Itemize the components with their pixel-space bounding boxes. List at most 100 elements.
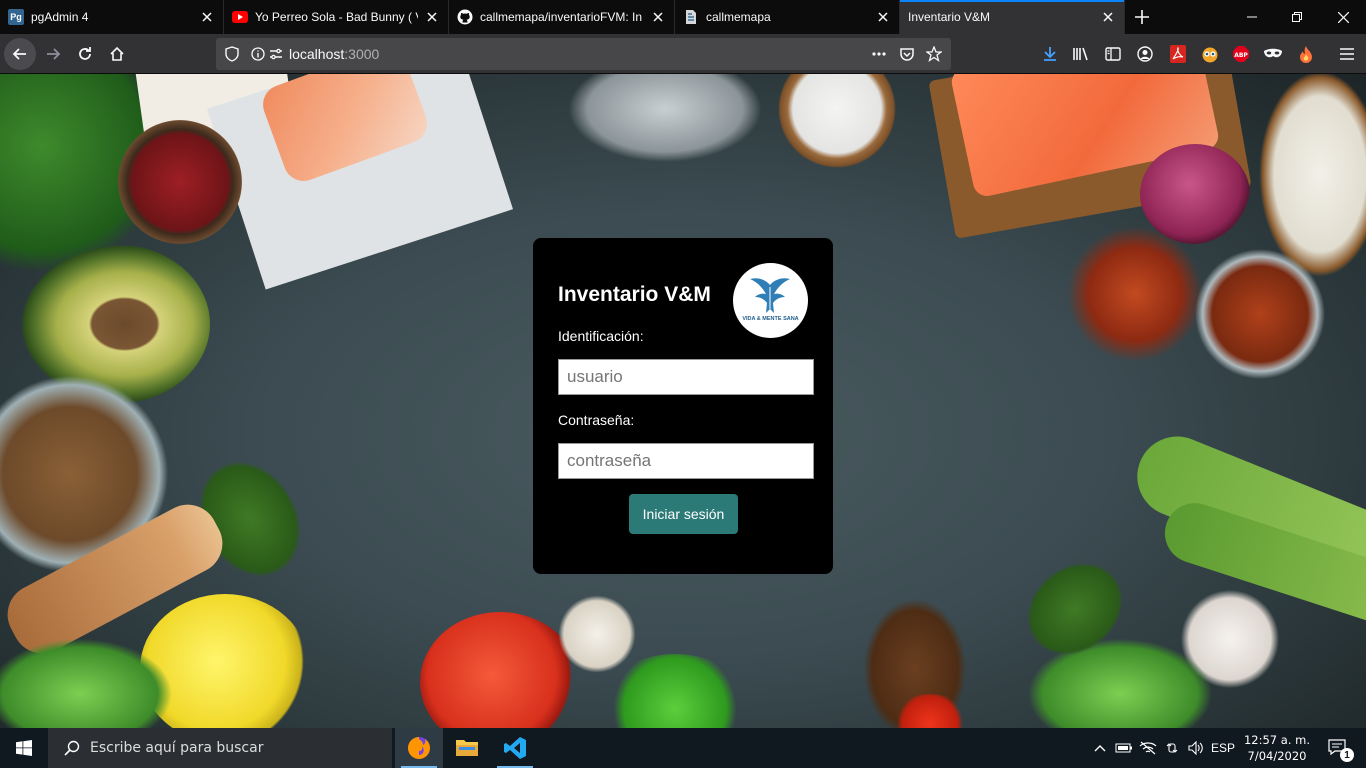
arrow-right-icon bbox=[47, 48, 61, 60]
password-label: Contraseña: bbox=[558, 412, 635, 428]
bird-logo-icon bbox=[750, 278, 790, 313]
sync-tray[interactable] bbox=[1160, 728, 1184, 768]
sidebar-icon[interactable] bbox=[1103, 44, 1123, 64]
adblock-plus-icon[interactable]: ABP bbox=[1231, 44, 1251, 64]
volume-icon bbox=[1188, 741, 1203, 755]
svg-text:ABP: ABP bbox=[1234, 52, 1248, 59]
close-tab-icon[interactable] bbox=[650, 9, 666, 25]
library-icon[interactable] bbox=[1071, 44, 1091, 64]
taskbar-clock[interactable]: 12:57 a. m. 7/04/2020 bbox=[1242, 732, 1312, 764]
folder-icon bbox=[456, 740, 478, 756]
tab-title: pgAdmin 4 bbox=[31, 10, 89, 24]
start-button[interactable] bbox=[0, 728, 48, 768]
page-background: Inventario V&M VIDA & MENTE SANA Identif… bbox=[0, 74, 1366, 728]
tab-inventario[interactable]: Inventario V&M bbox=[900, 0, 1125, 34]
url-bar[interactable]: localhost:3000 bbox=[216, 38, 951, 70]
page-actions-icon[interactable] bbox=[871, 46, 887, 62]
show-hidden-icons-button[interactable] bbox=[1090, 728, 1110, 768]
forward-button[interactable] bbox=[37, 38, 69, 70]
tab-strip: Pg pgAdmin 4 Yo Perreo Sola - Bad Bunny … bbox=[0, 0, 1366, 34]
github-icon bbox=[457, 9, 473, 25]
minimize-button[interactable] bbox=[1229, 0, 1275, 34]
fish-image bbox=[565, 74, 765, 164]
minimize-icon bbox=[1247, 16, 1257, 18]
vida-mente-sana-logo: VIDA & MENTE SANA bbox=[733, 263, 808, 338]
bookmark-star-icon[interactable] bbox=[926, 46, 942, 62]
search-placeholder: Escribe aquí para buscar bbox=[90, 740, 264, 756]
reload-button[interactable] bbox=[69, 38, 101, 70]
extension-owl-icon[interactable] bbox=[1200, 44, 1220, 64]
battery-tray[interactable] bbox=[1112, 728, 1136, 768]
cloud-sync-icon bbox=[1166, 743, 1178, 753]
logo-text: VIDA & MENTE SANA bbox=[742, 316, 799, 322]
home-button[interactable] bbox=[101, 38, 133, 70]
url-host: localhost bbox=[289, 46, 345, 62]
tab-github[interactable]: callmemapa/inventarioFVM: In bbox=[449, 0, 675, 34]
password-input[interactable] bbox=[558, 443, 814, 479]
windows-taskbar: Escribe aquí para buscar ESP 12:57 a. m.… bbox=[0, 728, 1366, 768]
close-window-button[interactable] bbox=[1320, 0, 1366, 34]
clock-time: 12:57 a. m. bbox=[1243, 733, 1310, 747]
youtube-icon bbox=[232, 9, 248, 25]
tab-title: Yo Perreo Sola - Bad Bunny ( Vi bbox=[255, 10, 418, 24]
notification-count-badge: 1 bbox=[1340, 748, 1354, 762]
tab-youtube[interactable]: Yo Perreo Sola - Bad Bunny ( Vi bbox=[224, 0, 449, 34]
taskbar-search[interactable]: Escribe aquí para buscar bbox=[48, 728, 392, 768]
id-label: Identificación: bbox=[558, 328, 644, 344]
taskbar-file-explorer[interactable] bbox=[443, 728, 491, 768]
search-icon bbox=[64, 740, 80, 756]
pdf-extension-icon[interactable] bbox=[1168, 44, 1188, 64]
tab-callmemapa[interactable]: callmemapa bbox=[675, 0, 900, 34]
chili-flakes-image bbox=[1060, 224, 1210, 364]
url-text[interactable]: localhost:3000 bbox=[289, 46, 379, 62]
plus-icon bbox=[1135, 10, 1149, 24]
username-input[interactable] bbox=[558, 359, 814, 395]
shield-icon[interactable] bbox=[225, 46, 239, 62]
page-icon bbox=[683, 9, 699, 25]
close-tab-icon[interactable] bbox=[1100, 9, 1116, 25]
mask-extension-icon[interactable] bbox=[1263, 44, 1283, 64]
pocket-icon[interactable] bbox=[899, 46, 915, 62]
url-port: :3000 bbox=[344, 46, 380, 62]
download-icon[interactable] bbox=[1040, 44, 1060, 64]
account-icon[interactable] bbox=[1135, 44, 1155, 64]
volume-tray[interactable] bbox=[1184, 728, 1208, 768]
firefox-icon bbox=[408, 737, 430, 759]
info-icon[interactable] bbox=[251, 47, 265, 61]
taskbar-firefox[interactable] bbox=[395, 728, 443, 768]
input-language[interactable]: ESP bbox=[1210, 728, 1236, 768]
salt-bowl-image bbox=[772, 74, 902, 174]
mushroom-image bbox=[552, 594, 642, 674]
spice-jar-image bbox=[1190, 249, 1330, 379]
login-card: Inventario V&M VIDA & MENTE SANA Identif… bbox=[533, 238, 833, 574]
home-icon bbox=[110, 46, 124, 61]
close-tab-icon[interactable] bbox=[875, 9, 891, 25]
tab-title: Inventario V&M bbox=[908, 10, 991, 24]
navigation-bar: localhost:3000 ABP bbox=[0, 34, 1366, 74]
login-title: Inventario V&M bbox=[558, 283, 711, 306]
action-center-button[interactable]: 1 bbox=[1318, 728, 1358, 768]
taskbar-vscode[interactable] bbox=[491, 728, 539, 768]
arrow-left-icon bbox=[12, 48, 26, 60]
close-tab-icon[interactable] bbox=[424, 9, 440, 25]
new-tab-button[interactable] bbox=[1125, 0, 1159, 34]
wifi-off-icon bbox=[1139, 741, 1157, 755]
battery-icon bbox=[1115, 743, 1132, 753]
login-button[interactable]: Iniciar sesión bbox=[629, 494, 738, 534]
tab-pgadmin[interactable]: Pg pgAdmin 4 bbox=[0, 0, 224, 34]
network-tray[interactable] bbox=[1136, 728, 1160, 768]
windows-logo-icon bbox=[16, 740, 32, 756]
vscode-icon bbox=[504, 737, 526, 759]
restore-button[interactable] bbox=[1274, 0, 1320, 34]
tab-title: callmemapa/inventarioFVM: In bbox=[480, 10, 643, 24]
permissions-icon[interactable] bbox=[269, 47, 283, 61]
menu-icon[interactable] bbox=[1337, 44, 1357, 64]
pgadmin-icon: Pg bbox=[8, 9, 24, 25]
back-button[interactable] bbox=[4, 38, 36, 70]
close-tab-icon[interactable] bbox=[199, 9, 215, 25]
peppercorns-bowl-image bbox=[118, 120, 242, 244]
clock-date: 7/04/2020 bbox=[1247, 749, 1307, 763]
fire-extension-icon[interactable] bbox=[1296, 44, 1316, 64]
close-icon bbox=[1337, 11, 1349, 23]
chevron-up-icon bbox=[1094, 745, 1106, 752]
